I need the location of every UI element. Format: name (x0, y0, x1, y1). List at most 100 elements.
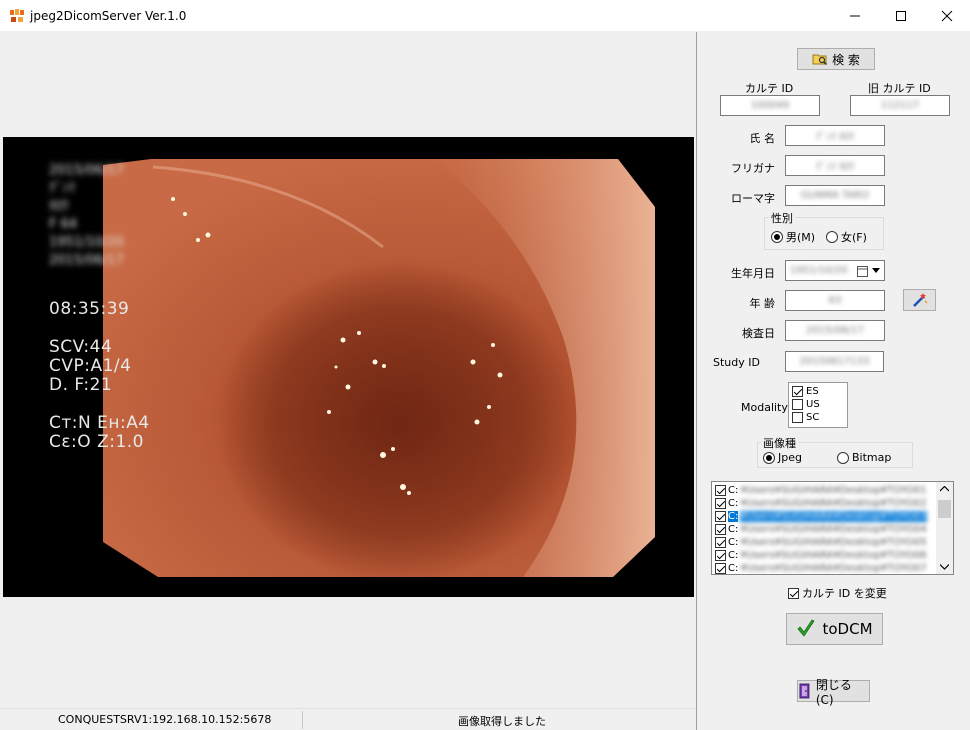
image-type-jpeg-radio[interactable]: Jpeg (763, 451, 802, 464)
search-label: 検 索 (832, 52, 860, 67)
furigana-value: ｸﾞﾝﾏ ﾀﾛｳ (815, 162, 855, 173)
magic-wand-icon (912, 293, 928, 307)
file-path: ¥Users¥SUGIHARA¥Desktop¥TOYO02 (740, 498, 927, 509)
birth-date-picker[interactable]: 1951/10/20 (785, 260, 885, 281)
osd-cvp: CVP:A1/4 (49, 356, 132, 376)
checkbox-checked-icon[interactable] (715, 550, 726, 561)
exam-date-value: 2015/06/17 (806, 325, 864, 336)
image-type-bitmap-radio[interactable]: Bitmap (837, 451, 891, 464)
file-list-item-selected[interactable]: C: ¥Users¥SUGIHARA¥Desktop¥TOYO03 (715, 510, 935, 523)
modality-sc-label: SC (806, 412, 820, 423)
study-id-field[interactable]: 20150617133 (785, 351, 884, 372)
checkbox-checked-icon[interactable] (715, 498, 726, 509)
karte-id-value: 100049 (750, 100, 790, 111)
status-bar: CONQUESTSRV1:192.168.10.152:5678 画像取得しまし… (0, 708, 696, 730)
name-value: ｸﾞﾝﾏ ﾀﾛｳ (815, 132, 855, 143)
chevron-up-icon[interactable] (940, 486, 949, 492)
karte-id-field[interactable]: 100049 (720, 95, 820, 116)
file-list-item[interactable]: C: ¥Users¥SUGIHARA¥Desktop¥TOYO05 (715, 536, 935, 549)
file-list-item[interactable]: C: ¥Users¥SUGIHARA¥Desktop¥TOYO04 (715, 523, 935, 536)
romaji-label: ローマ字 (731, 192, 775, 205)
title-bar: jpeg2DicomServer Ver.1.0 (0, 0, 970, 32)
old-karte-id-field[interactable]: 112117 (850, 95, 950, 116)
chevron-down-icon[interactable] (940, 564, 949, 570)
age-label: 年 齢 (749, 297, 776, 310)
file-list[interactable]: C: ¥Users¥SUGIHARA¥Desktop¥TOYO01 C: ¥User… (711, 481, 954, 575)
age-value: 63 (828, 295, 842, 306)
romaji-value: GUNMA TARO (800, 190, 870, 201)
name-label: 氏 名 (749, 132, 776, 145)
image-pane: 2015/06/17 ｸﾞﾝﾏ ﾀﾛｳ F 64 1951/10/20 2015… (0, 32, 696, 708)
osd-df: D. F:21 (49, 375, 113, 395)
file-path-drive: C: (728, 498, 739, 509)
osd-ct-eh: Cт:N Eн:A4 (49, 413, 150, 433)
minimize-button[interactable] (832, 0, 878, 32)
modality-us-checkbox[interactable]: US (792, 399, 820, 410)
change-karte-id-label: カルテ ID を変更 (802, 587, 887, 600)
checkbox-checked-icon[interactable] (715, 511, 726, 522)
file-path-drive: C: (728, 511, 739, 522)
checkbox-checked-icon[interactable] (715, 537, 726, 548)
modality-es-checkbox[interactable]: ES (792, 386, 819, 397)
file-path: ¥Users¥SUGIHARA¥Desktop¥TOYO04 (740, 524, 927, 535)
osd-patient-info: 2015/06/17 ｸﾞﾝﾏ ﾀﾛｳ F 64 1951/10/20 2015… (49, 163, 124, 268)
furigana-field[interactable]: ｸﾞﾝﾏ ﾀﾛｳ (785, 155, 885, 176)
checkbox-checked-icon[interactable] (715, 563, 726, 574)
radio-off-icon (826, 231, 838, 243)
osd-ce-z: Cε:O Z:1.0 (49, 432, 144, 452)
file-list-item[interactable]: C: ¥Users¥SUGIHARA¥Desktop¥TOYO02 (715, 497, 935, 510)
sex-male-radio[interactable]: 男(M) (771, 229, 815, 245)
name-field[interactable]: ｸﾞﾝﾏ ﾀﾛｳ (785, 125, 885, 146)
sex-female-radio[interactable]: 女(F) (826, 229, 867, 245)
osd-scv: SCV:44 (49, 337, 113, 357)
patient-panel: 検 索 カルテ ID 旧 カルテ ID 100049 112117 氏 名 ｸﾞ… (696, 32, 970, 730)
close-icon (941, 10, 953, 22)
old-karte-id-label: 旧 カルテ ID (868, 82, 931, 95)
window-title: jpeg2DicomServer Ver.1.0 (30, 9, 187, 23)
exit-door-icon (799, 683, 810, 699)
exam-date-field[interactable]: 2015/06/17 (785, 320, 885, 341)
osd-time: 08:35:39 (49, 299, 130, 319)
chevron-down-icon (872, 268, 880, 273)
sex-female-label: 女(F) (841, 231, 867, 244)
modality-sc-checkbox[interactable]: SC (792, 412, 819, 423)
karte-id-label: カルテ ID (745, 82, 794, 95)
change-karte-id-checkbox[interactable]: カルテ ID を変更 (788, 585, 887, 601)
file-path-drive: C: (728, 485, 739, 496)
todcm-button[interactable]: toDCM (786, 613, 883, 645)
file-path: ¥Users¥SUGIHARA¥Desktop¥TOYO07 (740, 563, 927, 574)
birth-label: 生年月日 (731, 267, 775, 280)
checkbox-checked-icon (792, 386, 803, 397)
checkbox-checked-icon (788, 587, 799, 599)
file-path-drive: C: (728, 537, 739, 548)
file-list-item[interactable]: C: ¥Users¥SUGIHARA¥Desktop¥TOYO07 (715, 562, 935, 574)
study-id-label: Study ID (713, 356, 760, 369)
calendar-icon (857, 266, 868, 277)
close-label: 閉じる(C) (815, 677, 852, 707)
file-path-drive: C: (728, 524, 739, 535)
calc-age-button[interactable] (903, 289, 936, 311)
checkbox-checked-icon[interactable] (715, 485, 726, 496)
close-button[interactable]: 閉じる(C) (797, 678, 870, 707)
birth-value: 1951/10/20 (790, 265, 848, 276)
exam-date-label: 検査日 (742, 327, 775, 340)
maximize-button[interactable] (878, 0, 924, 32)
romaji-field[interactable]: GUNMA TARO (785, 185, 885, 206)
modality-label: Modality (741, 401, 788, 414)
search-button[interactable]: 検 索 (797, 48, 875, 70)
age-field[interactable]: 63 (785, 290, 885, 311)
close-window-button[interactable] (924, 0, 970, 32)
radio-off-icon (837, 451, 849, 464)
study-id-value: 20150617133 (799, 356, 870, 367)
file-path: ¥Users¥SUGIHARA¥Desktop¥TOYO03 (740, 511, 927, 522)
image-type-bitmap-label: Bitmap (852, 451, 892, 464)
checkbox-checked-icon[interactable] (715, 524, 726, 535)
todcm-label: toDCM (822, 620, 873, 638)
scroll-thumb[interactable] (938, 500, 951, 518)
file-list-item[interactable]: C: ¥Users¥SUGIHARA¥Desktop¥TOYO01 (715, 484, 935, 497)
file-list-scrollbar[interactable] (936, 482, 953, 574)
search-folder-icon (812, 54, 828, 66)
file-path: ¥Users¥SUGIHARA¥Desktop¥TOYO05 (740, 537, 927, 548)
checkbox-unchecked-icon (792, 399, 803, 410)
file-list-item[interactable]: C: ¥Users¥SUGIHARA¥Desktop¥TOYO06 (715, 549, 935, 562)
